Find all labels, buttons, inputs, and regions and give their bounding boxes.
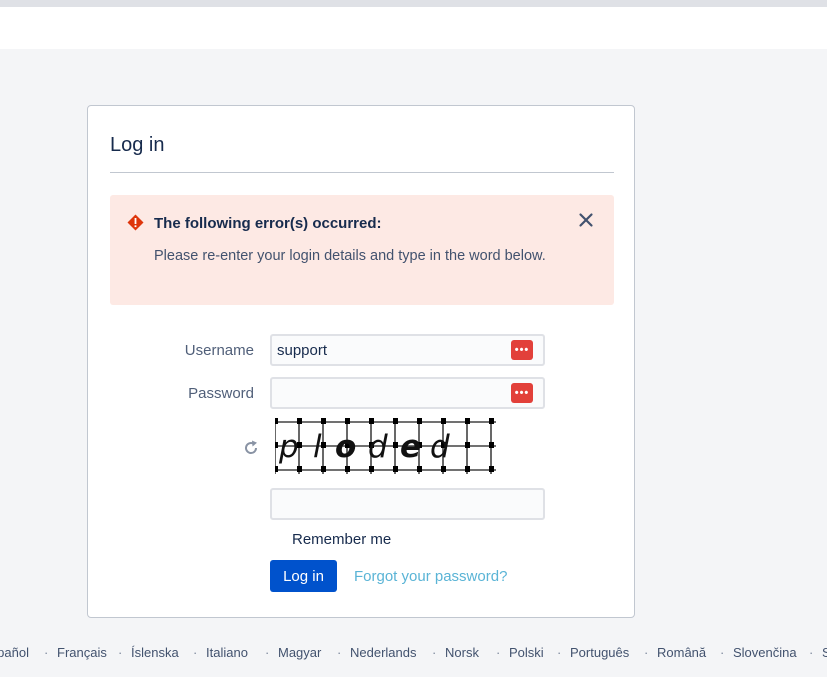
- footer-separator: ·: [557, 645, 562, 660]
- footer-separator: ·: [432, 645, 437, 660]
- footer-language-link[interactable]: Español: [0, 645, 29, 660]
- password-manager-icon[interactable]: •••: [511, 340, 533, 360]
- captcha-letter: d: [368, 429, 388, 465]
- footer-separator: ·: [496, 645, 501, 660]
- captcha-letter: p: [278, 429, 299, 465]
- page-header: [0, 7, 827, 49]
- error-icon: [127, 214, 144, 231]
- footer-language-link[interactable]: Nederlands: [350, 645, 417, 660]
- footer-language-link[interactable]: Polski: [509, 645, 544, 660]
- footer-separator: ·: [644, 645, 649, 660]
- login-card: Log in The following error(s) occurred: …: [87, 105, 635, 618]
- username-label: Username: [184, 342, 254, 359]
- language-footer: Español · Français · Íslenska · Italiano · Magya…: [0, 645, 827, 665]
- footer-separator: ·: [337, 645, 342, 660]
- password-manager-icon[interactable]: •••: [511, 383, 533, 403]
- captcha-letter: o: [335, 429, 356, 465]
- footer-language-link[interactable]: Suomi: [822, 645, 827, 660]
- footer-language-link[interactable]: Français: [57, 645, 107, 660]
- forgot-password-link[interactable]: Forgot your password?: [354, 568, 507, 585]
- password-label: Password: [188, 385, 254, 402]
- title-divider: [110, 172, 614, 173]
- remember-me-label[interactable]: Remember me: [292, 531, 391, 548]
- captcha-letter: e: [400, 429, 421, 465]
- captcha-input[interactable]: [270, 488, 545, 520]
- error-title: The following error(s) occurred:: [154, 215, 382, 232]
- username-input[interactable]: [270, 334, 545, 366]
- footer-separator: ·: [720, 645, 725, 660]
- footer-separator: ·: [193, 645, 198, 660]
- captcha-letter: d: [430, 429, 450, 465]
- footer-language-link[interactable]: Português: [570, 645, 629, 660]
- password-input[interactable]: [270, 377, 545, 409]
- footer-separator: ·: [118, 645, 123, 660]
- login-button[interactable]: Log in: [270, 560, 337, 592]
- footer-language-link[interactable]: Slovenčina: [733, 645, 797, 660]
- close-icon[interactable]: [576, 210, 596, 230]
- page-title: Log in: [110, 134, 165, 156]
- footer-language-link[interactable]: Română: [657, 645, 706, 660]
- footer-separator: ·: [809, 645, 814, 660]
- error-message-box: The following error(s) occurred: Please …: [110, 195, 614, 305]
- captcha-letter: l: [313, 429, 322, 465]
- refresh-icon[interactable]: [242, 439, 260, 457]
- footer-language-link[interactable]: Magyar: [278, 645, 321, 660]
- footer-separator: ·: [265, 645, 270, 660]
- footer-separator: ·: [44, 645, 49, 660]
- browser-top-border: [0, 0, 827, 7]
- captcha-image: ploded: [275, 418, 496, 474]
- footer-language-link[interactable]: Norsk: [445, 645, 479, 660]
- error-text: Please re-enter your login details and t…: [154, 248, 546, 264]
- footer-language-link[interactable]: Italiano: [206, 645, 248, 660]
- footer-language-link[interactable]: Íslenska: [131, 645, 179, 660]
